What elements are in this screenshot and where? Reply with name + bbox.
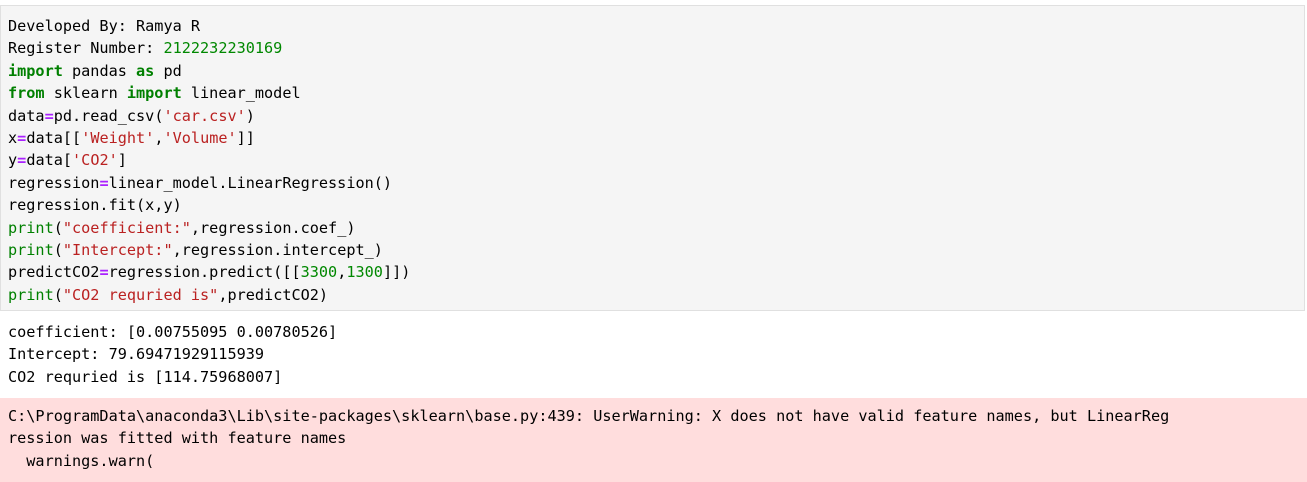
code-editor[interactable]: Developed By: Ramya R Register Number: 2…	[8, 15, 410, 306]
code-line: Register Number: 2122232230169	[8, 39, 283, 58]
code-line: y=data['CO2']	[8, 151, 127, 170]
code-line: predictCO2=regression.predict([[3300,130…	[8, 263, 411, 282]
code-line: from sklearn import linear_model	[8, 84, 301, 103]
output-line: Intercept: 79.69471929115939	[8, 345, 265, 364]
stderr-line: ression was fitted with feature names	[8, 429, 347, 448]
cell-output: coefficient: [0.00755095 0.00780526] Int…	[8, 321, 337, 388]
stderr-line: warnings.warn(	[8, 451, 155, 470]
code-line: x=data[['Weight','Volume']]	[8, 128, 255, 147]
code-line: import pandas as pd	[8, 61, 182, 80]
code-line: regression.fit(x,y)	[8, 196, 182, 215]
code-line: data=pd.read_csv('car.csv')	[8, 106, 255, 125]
code-line: print("coefficient:",regression.coef_)	[8, 218, 356, 237]
code-cell[interactable]: Developed By: Ramya R Register Number: 2…	[0, 5, 1305, 311]
code-line: print("Intercept:",regression.intercept_…	[8, 240, 383, 259]
code-line: regression=linear_model.LinearRegression…	[8, 173, 393, 192]
code-line: print("CO2 requried is",predictCO2)	[8, 285, 329, 304]
output-line: coefficient: [0.00755095 0.00780526]	[8, 323, 338, 341]
code-line: Developed By: Ramya R	[8, 17, 201, 35]
stderr-warning-output: C:\ProgramData\anaconda3\Lib\site-packag…	[0, 398, 1307, 482]
output-line: CO2 requried is [114.75968007]	[8, 367, 283, 386]
stderr-line: C:\ProgramData\anaconda3\Lib\site-packag…	[8, 407, 1170, 425]
